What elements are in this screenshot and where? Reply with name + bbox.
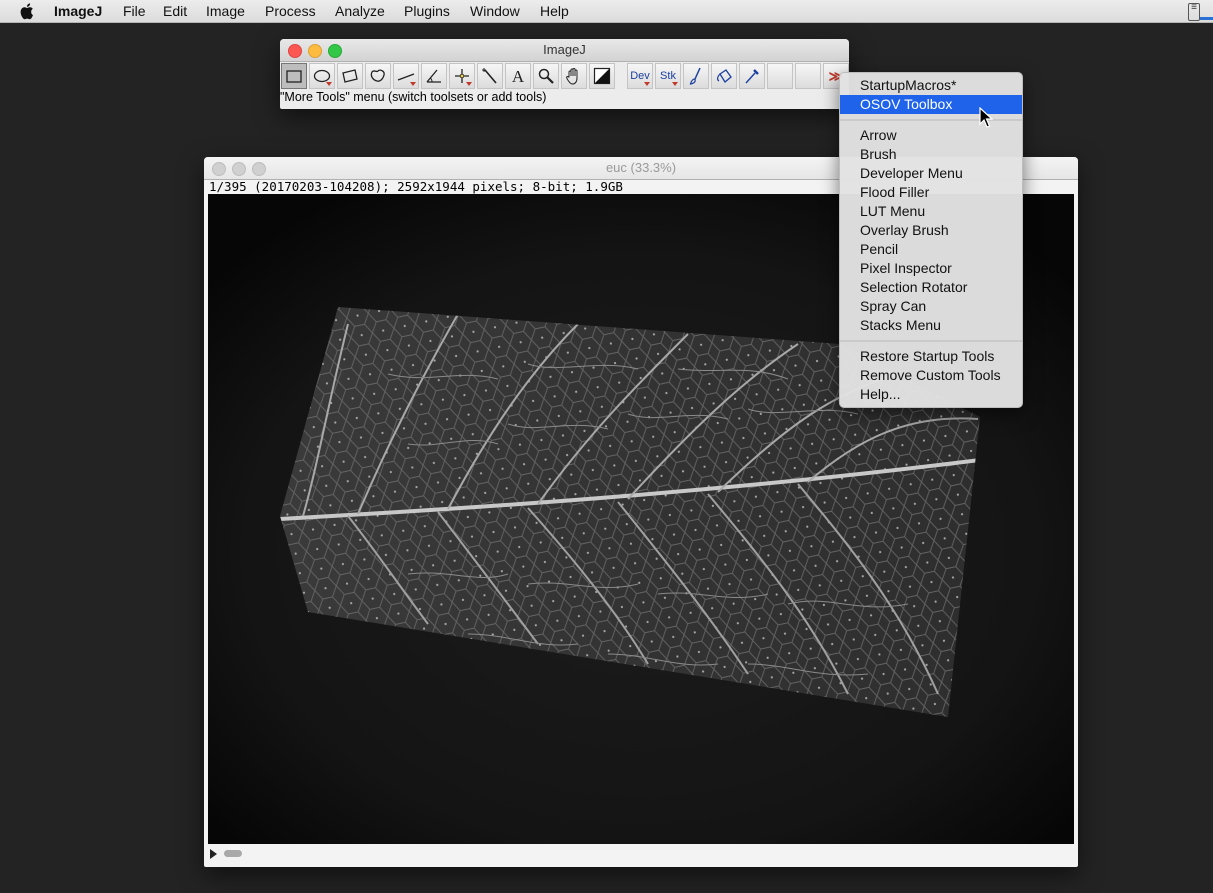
text-tool[interactable]: A — [505, 63, 531, 89]
svg-text:A: A — [512, 67, 525, 86]
apple-icon[interactable] — [20, 2, 36, 20]
menu-item-restore-startup-tools[interactable]: Restore Startup Tools — [840, 347, 1022, 366]
menu-image[interactable]: Image — [206, 3, 245, 19]
stack-slider[interactable] — [208, 846, 1074, 864]
menu-file[interactable]: File — [123, 3, 146, 19]
toolbar-window-title: ImageJ — [543, 42, 586, 57]
freehand-tool[interactable] — [365, 63, 391, 89]
menu-edit[interactable]: Edit — [163, 3, 187, 19]
more-tools-menu: StartupMacros* OSOV Toolbox Arrow Brush … — [839, 72, 1023, 408]
menu-item-osov-toolbox[interactable]: OSOV Toolbox — [840, 95, 1022, 114]
menu-plugins[interactable]: Plugins — [404, 3, 450, 19]
menu-item-spray-can[interactable]: Spray Can — [840, 297, 1022, 316]
flood-filler-tool[interactable] — [711, 63, 737, 89]
menu-item-help[interactable]: Help... — [840, 385, 1022, 404]
menu-item-selection-rotator[interactable]: Selection Rotator — [840, 278, 1022, 297]
menu-item-startupmacros[interactable]: StartupMacros* — [840, 76, 1022, 95]
rectangle-selection-icon — [286, 70, 302, 83]
menu-separator — [840, 119, 1022, 121]
pipette-tool[interactable] — [739, 63, 765, 89]
menu-item-arrow[interactable]: Arrow — [840, 126, 1022, 145]
color-picker-tool[interactable] — [589, 63, 615, 89]
point-tool[interactable] — [449, 63, 475, 89]
menu-item-stacks-menu[interactable]: Stacks Menu — [840, 316, 1022, 335]
oval-tool[interactable] — [309, 63, 335, 89]
menu-item-developer-menu[interactable]: Developer Menu — [840, 164, 1022, 183]
menu-window[interactable]: Window — [470, 3, 520, 19]
dropdown-indicator-icon — [410, 82, 416, 86]
wand-icon — [482, 68, 497, 84]
menu-item-pencil[interactable]: Pencil — [840, 240, 1022, 259]
stk-menu-tool[interactable]: Stk — [655, 63, 681, 89]
menu-process[interactable]: Process — [265, 3, 316, 19]
color-picker-icon — [593, 67, 611, 85]
flood-filler-icon — [717, 69, 732, 83]
brush-icon — [689, 67, 701, 85]
menu-item-pixel-inspector[interactable]: Pixel Inspector — [840, 259, 1022, 278]
menu-app-name[interactable]: ImageJ — [54, 3, 102, 19]
dropdown-indicator-icon — [466, 82, 472, 86]
menu-item-remove-custom-tools[interactable]: Remove Custom Tools — [840, 366, 1022, 385]
dropdown-indicator-icon — [326, 82, 332, 86]
menu-item-overlay-brush[interactable]: Overlay Brush — [840, 221, 1022, 240]
dev-menu-tool[interactable]: Dev — [627, 63, 653, 89]
menu-analyze[interactable]: Analyze — [335, 3, 385, 19]
dev-menu-label: Dev — [630, 70, 650, 82]
menu-bar: ImageJ File Edit Image Process Analyze P… — [0, 0, 1213, 23]
polygon-selection-icon — [342, 69, 358, 83]
empty-tool-slot-1[interactable] — [767, 63, 793, 89]
magnifier-icon — [538, 68, 554, 84]
wand-tool[interactable] — [477, 63, 503, 89]
hand-tool[interactable] — [561, 63, 587, 89]
angle-tool[interactable] — [421, 63, 447, 89]
polygon-tool[interactable] — [337, 63, 363, 89]
stack-slider-thumb[interactable] — [224, 850, 242, 857]
toolbar-window-titlebar[interactable]: ImageJ — [280, 39, 849, 62]
imagej-toolbar-window: ImageJ A Dev Stk ≫ "More Tools" menu (sw… — [280, 39, 849, 109]
empty-tool-slot-2[interactable] — [795, 63, 821, 89]
dropdown-indicator-icon — [644, 82, 650, 86]
text-icon: A — [512, 67, 525, 86]
toolbar-status-text: "More Tools" menu (switch toolsets or ad… — [280, 90, 547, 104]
status-tray-indicator — [1200, 17, 1213, 20]
stk-menu-label: Stk — [660, 70, 676, 82]
mouse-pointer-icon — [979, 107, 993, 128]
menu-item-flood-filler[interactable]: Flood Filler — [840, 183, 1022, 202]
menu-item-brush[interactable]: Brush — [840, 145, 1022, 164]
pipette-icon — [745, 69, 759, 84]
dropdown-indicator-icon — [672, 82, 678, 86]
menu-help[interactable]: Help — [540, 3, 569, 19]
play-animation-icon[interactable] — [210, 849, 217, 859]
angle-icon — [426, 69, 441, 83]
status-tray-icon[interactable]: ≡ — [1188, 3, 1200, 21]
rectangle-tool[interactable] — [281, 63, 307, 89]
line-tool[interactable] — [393, 63, 419, 89]
hand-icon — [566, 68, 578, 85]
menu-separator — [840, 340, 1022, 342]
freehand-selection-icon — [370, 69, 385, 82]
menu-item-lut-menu[interactable]: LUT Menu — [840, 202, 1022, 221]
zoom-tool[interactable] — [533, 63, 559, 89]
brush-tool[interactable] — [683, 63, 709, 89]
image-info-line: 1/395 (20170203-104208); 2592x1944 pixel… — [209, 179, 623, 194]
